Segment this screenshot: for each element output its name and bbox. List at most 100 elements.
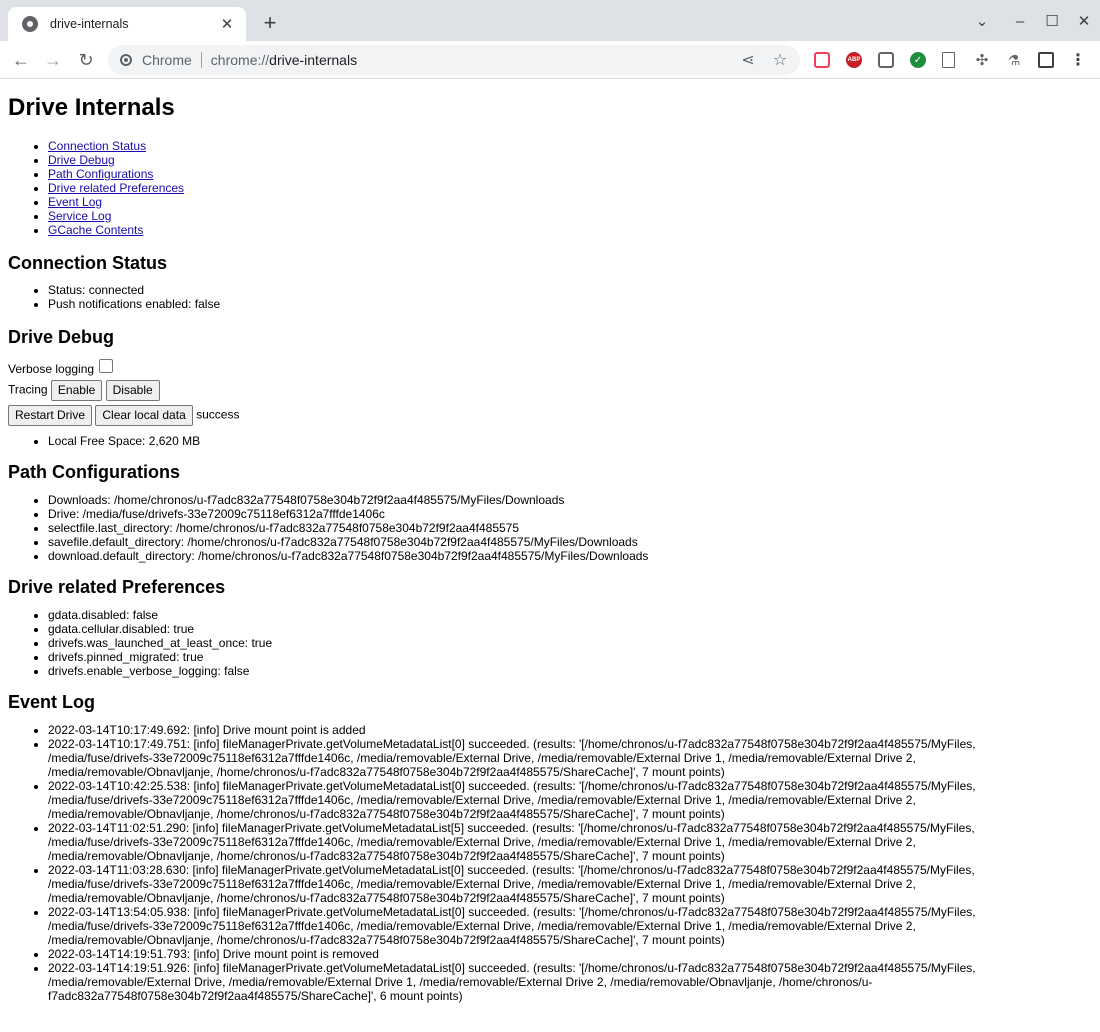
- share-icon[interactable]: ⋖: [738, 52, 758, 70]
- drive-debug-heading: Drive Debug: [8, 327, 115, 347]
- event-log-line: /media/removable/External Drive, /media/…: [48, 975, 873, 989]
- tracing-enable-button[interactable]: Enable: [50, 380, 103, 401]
- path-configurations-heading: Path Configurations: [8, 462, 180, 482]
- bitwarden-icon[interactable]: [878, 52, 894, 68]
- puzzle-icon[interactable]: ✣: [974, 52, 990, 69]
- event-log-entry: 2022-03-14T14:19:51.793: [info] Drive mo…: [48, 947, 1092, 961]
- event-log-list: 2022-03-14T10:17:49.692: [info] Drive mo…: [8, 723, 1092, 1003]
- list-item: Push notifications enabled: false: [48, 297, 1092, 311]
- list-item: gdata.disabled: false: [48, 608, 1092, 622]
- browser-toolbar: ← → ↻ Chrome chrome://drive-internals ⋖ …: [0, 41, 1100, 79]
- check-extension-icon[interactable]: ✓: [910, 52, 926, 68]
- toc-link-event-log[interactable]: Event Log: [48, 195, 102, 209]
- event-log-entry: 2022-03-14T10:17:49.751: [info] fileMana…: [48, 737, 1092, 779]
- event-log-line: 2022-03-14T10:17:49.692: [info] Drive mo…: [48, 723, 366, 737]
- event-log-line: /media/removable/Obnavljanje, /home/chro…: [48, 807, 725, 821]
- event-log-line: /media/removable/Obnavljanje, /home/chro…: [48, 933, 725, 947]
- forward-button[interactable]: →: [40, 47, 66, 73]
- tab-title: drive-internals: [50, 17, 129, 31]
- list-item: Local Free Space: 2,620 MB: [48, 434, 1092, 448]
- connection-status-list: Status: connected Push notifications ena…: [8, 283, 1092, 311]
- list-item: drivefs.was_launched_at_least_once: true: [48, 636, 1092, 650]
- toc-link-gcache-contents[interactable]: GCache Contents: [48, 223, 143, 237]
- back-button[interactable]: ←: [8, 47, 34, 73]
- event-log-heading: Event Log: [8, 692, 96, 712]
- toc-item: Drive Debug: [48, 153, 1092, 167]
- toc-link-path-configurations[interactable]: Path Configurations: [48, 167, 153, 181]
- url-scheme: chrome://: [210, 52, 270, 68]
- adblock-icon[interactable]: ABP: [846, 52, 862, 68]
- page-content: Drive Internals Connection Status Drive …: [0, 79, 1100, 1003]
- restart-drive-button[interactable]: Restart Drive: [8, 405, 93, 426]
- drive-debug-list: Local Free Space: 2,620 MB: [8, 434, 1092, 448]
- chrome-favicon-icon: [22, 16, 38, 32]
- event-log-line: f7adc832a77548f0758e304b72f9f2aa4f485575…: [48, 989, 463, 1003]
- tracing-label: Tracing: [8, 382, 48, 397]
- table-of-contents: Connection Status Drive Debug Path Confi…: [8, 139, 1092, 237]
- event-log-line: 2022-03-14T14:19:51.793: [info] Drive mo…: [48, 947, 379, 961]
- address-bar[interactable]: Chrome chrome://drive-internals ⋖ ☆: [108, 45, 800, 75]
- event-log-line: /media/removable/Obnavljanje, /home/chro…: [48, 765, 725, 779]
- flask-icon[interactable]: ⚗: [1006, 52, 1022, 68]
- tracing-disable-button[interactable]: Disable: [105, 380, 160, 401]
- preferences-list: gdata.disabled: false gdata.cellular.dis…: [8, 608, 1092, 678]
- chrome-page-icon: [120, 54, 132, 66]
- toc-link-service-log[interactable]: Service Log: [48, 209, 111, 223]
- tab-strip: drive-internals ✕ + ⌄ – ☐ ✕: [0, 0, 1100, 41]
- toc-item: Event Log: [48, 195, 1092, 209]
- list-item: drivefs.enable_verbose_logging: false: [48, 664, 1092, 678]
- toc-link-drive-debug[interactable]: Drive Debug: [48, 153, 115, 167]
- verbose-logging-row: Verbose logging: [8, 358, 1092, 377]
- list-item: gdata.cellular.disabled: true: [48, 622, 1092, 636]
- toc-item: Connection Status: [48, 139, 1092, 153]
- document-extension-icon[interactable]: [942, 52, 955, 68]
- event-log-line: 2022-03-14T11:02:51.290: [info] fileMana…: [48, 821, 975, 835]
- event-log-entry: 2022-03-14T14:19:51.926: [info] fileMana…: [48, 961, 1092, 1003]
- event-log-entry: 2022-03-14T11:02:51.290: [info] fileMana…: [48, 821, 1092, 863]
- event-log-entry: 2022-03-14T11:03:28.630: [info] fileMana…: [48, 863, 1092, 905]
- tab-drive-internals[interactable]: drive-internals ✕: [8, 7, 246, 41]
- tab-search-chevron-icon[interactable]: ⌄: [970, 9, 994, 35]
- menu-kebab-icon[interactable]: ⋮: [1070, 52, 1086, 69]
- list-item: savefile.default_directory: /home/chrono…: [48, 535, 1092, 549]
- minimize-window-button[interactable]: –: [1008, 9, 1032, 35]
- toc-item: Service Log: [48, 209, 1092, 223]
- list-item: Downloads: /home/chronos/u-f7adc832a7754…: [48, 493, 1092, 507]
- event-log-line: 2022-03-14T11:03:28.630: [info] fileMana…: [48, 863, 975, 877]
- omnibox-chrome-label: Chrome: [142, 52, 192, 68]
- reload-button[interactable]: ↻: [73, 47, 99, 73]
- event-log-entry: 2022-03-14T10:42:25.538: [info] fileMana…: [48, 779, 1092, 821]
- toc-link-drive-preferences[interactable]: Drive related Preferences: [48, 181, 184, 195]
- event-log-entry: 2022-03-14T10:17:49.692: [info] Drive mo…: [48, 723, 1092, 737]
- verbose-logging-checkbox[interactable]: [99, 358, 114, 373]
- preferences-heading: Drive related Preferences: [8, 577, 226, 597]
- restart-row: Restart Drive Clear local data success: [8, 405, 1092, 426]
- toc-item: Drive related Preferences: [48, 181, 1092, 195]
- page-title: Drive Internals: [8, 94, 175, 121]
- list-item: selectfile.last_directory: /home/chronos…: [48, 521, 1092, 535]
- tracing-row: Tracing Enable Disable: [8, 380, 1092, 401]
- pocket-icon[interactable]: [814, 52, 830, 68]
- event-log-line: /media/fuse/drivefs-33e72009c75118ef6312…: [48, 877, 916, 891]
- maximize-window-button[interactable]: ☐: [1040, 9, 1064, 35]
- list-item: download.default_directory: /home/chrono…: [48, 549, 1092, 563]
- toc-item: GCache Contents: [48, 223, 1092, 237]
- event-log-line: /media/fuse/drivefs-33e72009c75118ef6312…: [48, 793, 916, 807]
- toc-link-connection-status[interactable]: Connection Status: [48, 139, 146, 153]
- bookmark-star-icon[interactable]: ☆: [770, 52, 790, 70]
- close-window-button[interactable]: ✕: [1072, 9, 1096, 35]
- clear-status-text: success: [196, 407, 240, 422]
- event-log-line: 2022-03-14T13:54:05.938: [info] fileMana…: [48, 905, 976, 919]
- close-tab-icon[interactable]: ✕: [218, 15, 236, 33]
- event-log-line: /media/removable/Obnavljanje, /home/chro…: [48, 849, 725, 863]
- event-log-line: /media/removable/Obnavljanje, /home/chro…: [48, 891, 725, 905]
- connection-status-heading: Connection Status: [8, 253, 168, 273]
- event-log-line: 2022-03-14T14:19:51.926: [info] fileMana…: [48, 961, 976, 975]
- event-log-line: /media/fuse/drivefs-33e72009c75118ef6312…: [48, 919, 916, 933]
- new-tab-button[interactable]: +: [258, 9, 282, 37]
- list-item: drivefs.pinned_migrated: true: [48, 650, 1092, 664]
- side-panel-icon[interactable]: [1038, 52, 1054, 68]
- clear-local-data-button[interactable]: Clear local data: [95, 405, 193, 426]
- verbose-logging-label: Verbose logging: [8, 362, 95, 376]
- list-item: Status: connected: [48, 283, 1092, 297]
